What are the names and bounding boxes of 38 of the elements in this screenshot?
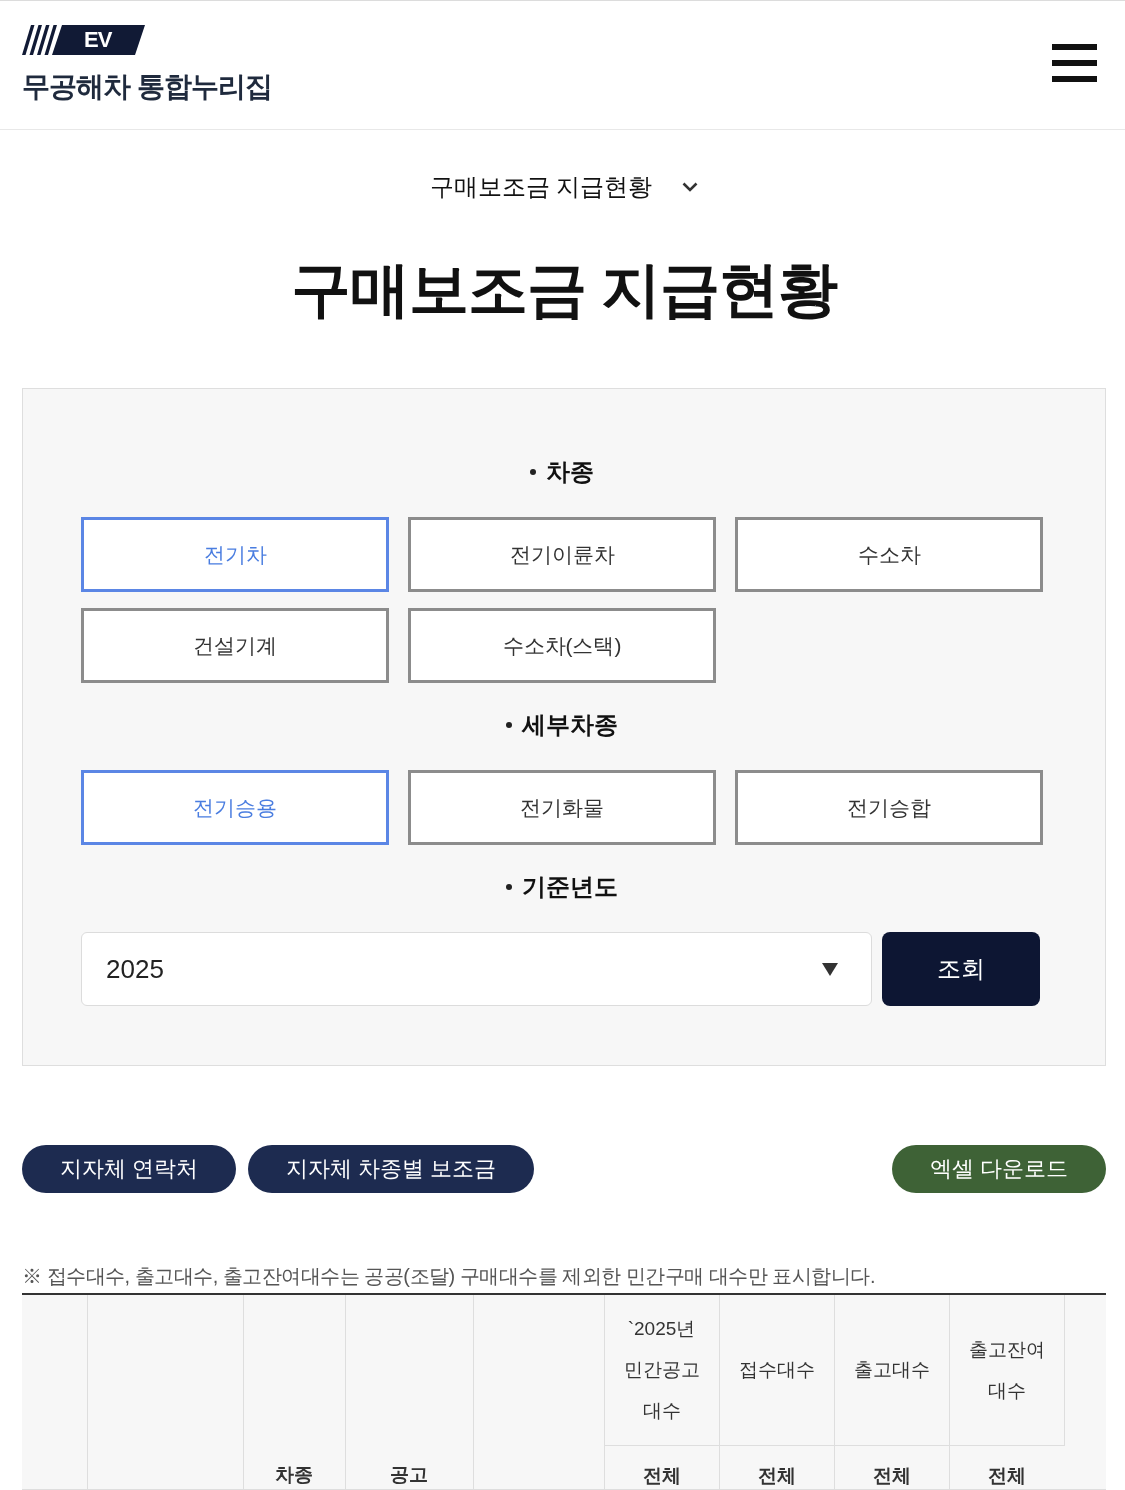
caret-down-icon — [822, 962, 838, 976]
table-header-cell: 전체 — [604, 1445, 719, 1489]
option-button[interactable]: 전기승합 — [735, 770, 1043, 845]
table-header-cell: 접수대수 — [719, 1294, 834, 1445]
table-header-cell: 출고잔여 대수 — [949, 1294, 1064, 1445]
page-dropdown[interactable]: 구매보조금 지급현황 — [429, 167, 699, 207]
bullet-icon — [530, 469, 536, 475]
table-header-cell: `2025년 민간공고 대수 — [604, 1294, 719, 1445]
site-title: 무공해차 통합누리집 — [22, 70, 272, 104]
option-button[interactable]: 전기화물 — [408, 770, 716, 845]
logo-badge-text: EV — [84, 26, 112, 54]
table-header-cell: 차종 — [243, 1294, 345, 1489]
option-button[interactable]: 건설기계 — [81, 608, 389, 683]
table-header-cell: 전체 — [949, 1445, 1064, 1489]
table-header-cell: 공고 — [345, 1294, 473, 1489]
table-header-cell: 전체 — [719, 1445, 834, 1489]
table-header-cell: 출고대수 — [834, 1294, 949, 1445]
filter-label: 차종 — [546, 457, 594, 487]
chevron-down-icon — [682, 182, 699, 192]
excel-download-button[interactable]: 엑셀 다운로드 — [891, 1145, 1106, 1193]
pill-button[interactable]: 지자체 연락처 — [22, 1145, 237, 1193]
ev-badge-icon — [22, 25, 145, 55]
filter-label: 세부차종 — [522, 710, 618, 740]
option-button[interactable]: 전기차 — [81, 517, 389, 592]
menu-icon[interactable] — [1052, 44, 1097, 82]
option-button[interactable]: 전기이륜차 — [408, 517, 716, 592]
search-button[interactable]: 조회 — [882, 932, 1040, 1006]
page-title: 구매보조금 지급현황 — [289, 255, 839, 325]
bullet-icon — [506, 884, 512, 890]
option-button[interactable]: 전기승용 — [81, 770, 389, 845]
year-select[interactable]: 2025 — [81, 932, 872, 1006]
option-button[interactable]: 수소차 — [735, 517, 1043, 592]
option-button[interactable]: 수소차(스택) — [408, 608, 716, 683]
bullet-icon — [506, 722, 512, 728]
pill-button[interactable]: 지자체 차종별 보조금 — [248, 1145, 535, 1193]
filter-label: 기준년도 — [522, 872, 618, 902]
table-header-cell: 전체 — [834, 1445, 949, 1489]
note-text: ※ 접수대수, 출고대수, 출고잔여대수는 공공(조달) 구매대수를 제외한 민간구매 대수만 표시합니다. — [22, 1264, 876, 1289]
